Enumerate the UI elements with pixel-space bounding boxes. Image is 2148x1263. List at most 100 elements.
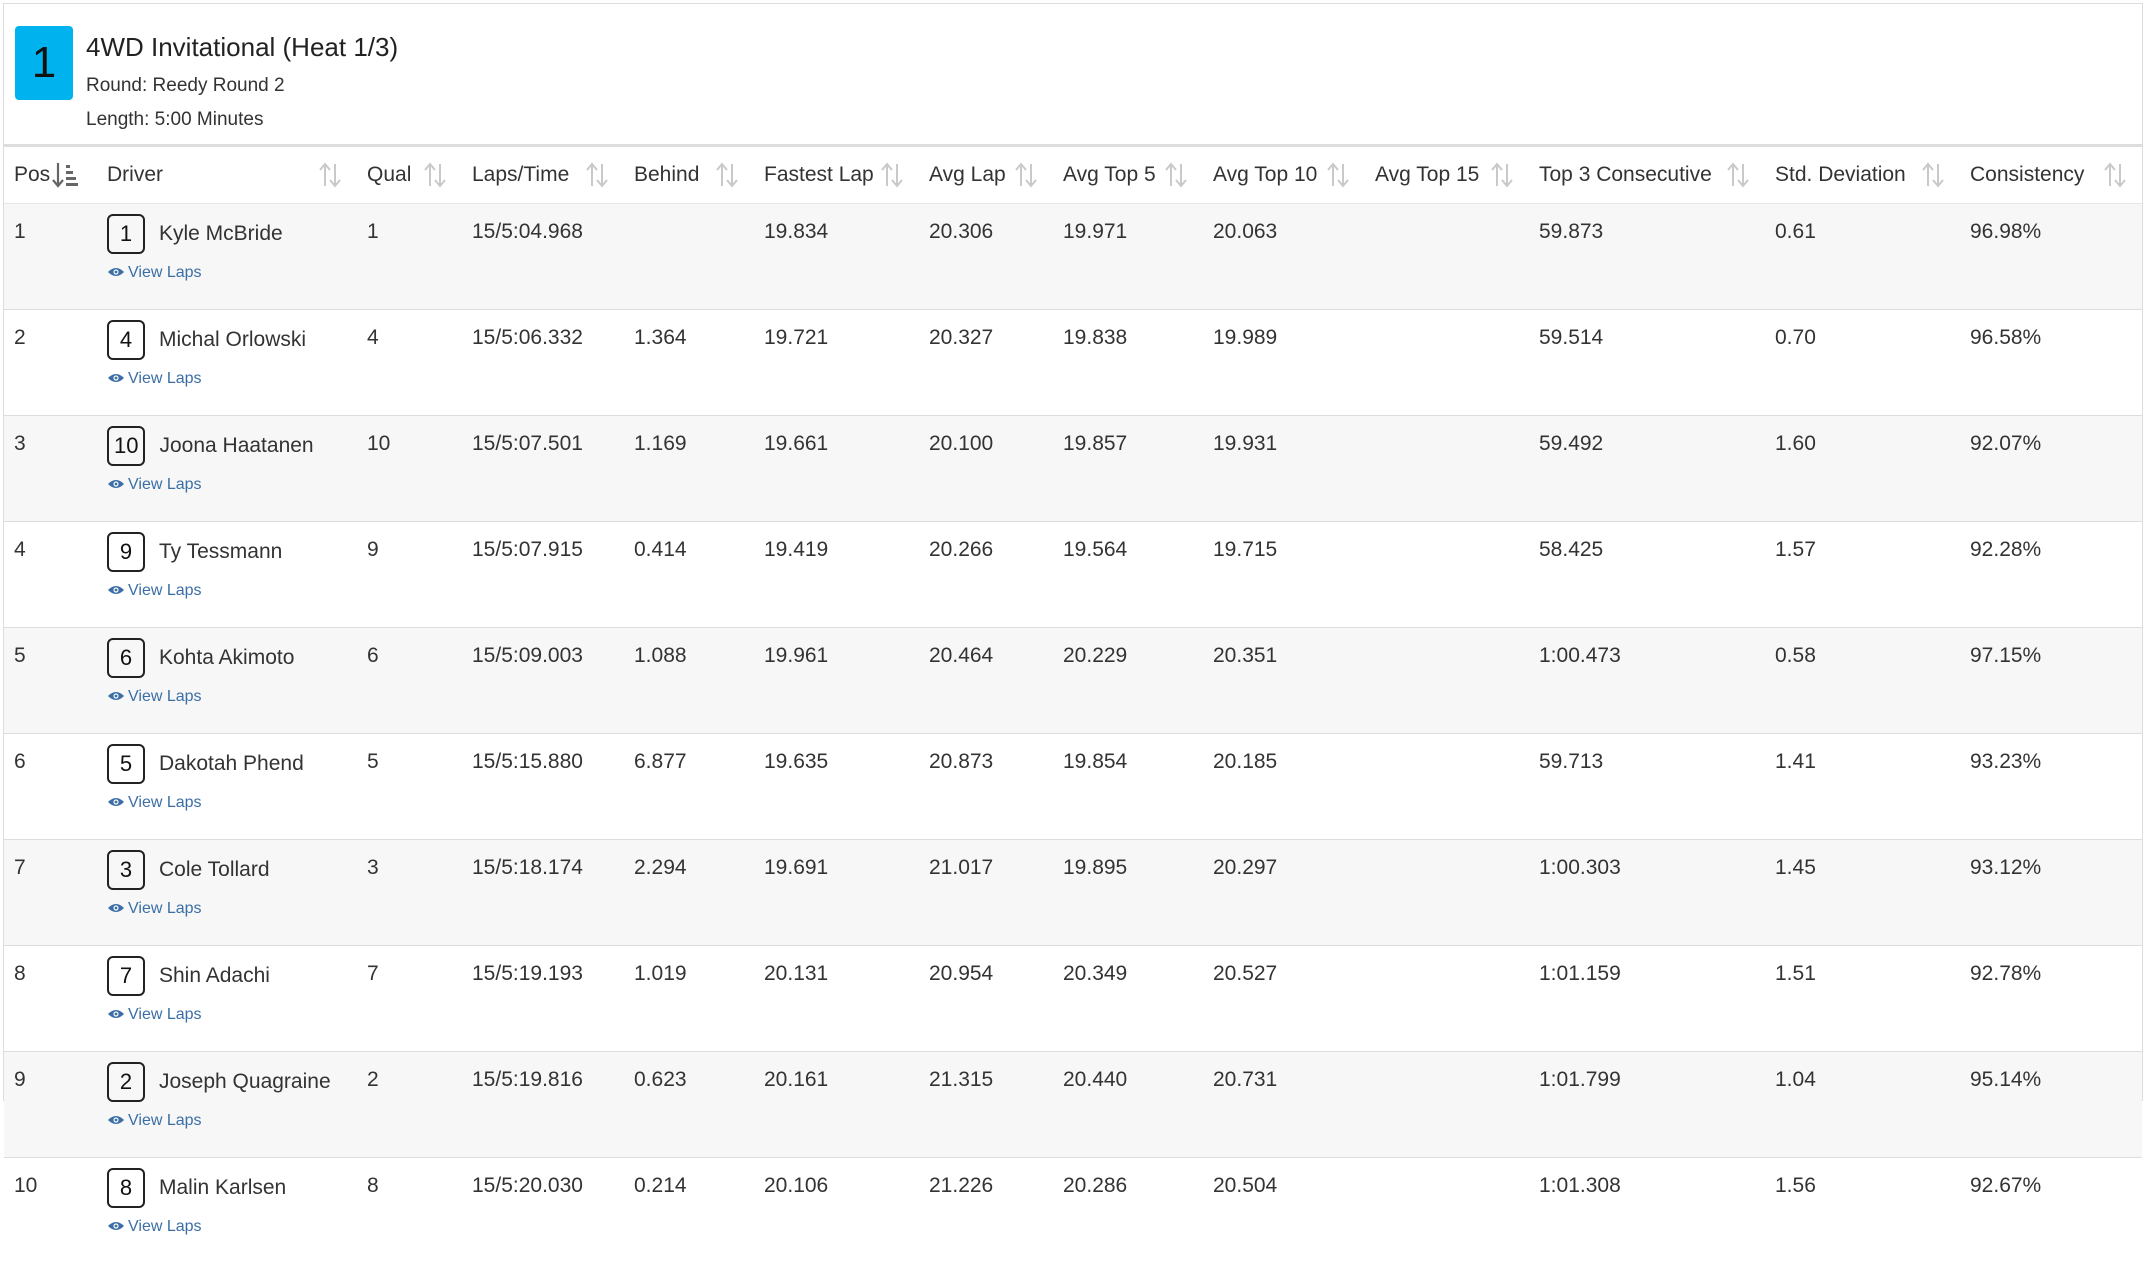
cell-qual: 1 [357, 204, 462, 310]
eye-icon [107, 584, 125, 596]
cell-qual: 9 [357, 522, 462, 628]
cell-consistency: 92.07% [1960, 416, 2142, 522]
cell-qual: 6 [357, 628, 462, 734]
sort-icon[interactable] [714, 161, 740, 189]
cell-consistency: 96.58% [1960, 310, 2142, 416]
column-header-pos[interactable]: Pos [4, 147, 97, 204]
sort-icon[interactable] [1013, 161, 1039, 189]
column-header-consistency[interactable]: Consistency [1960, 147, 2142, 204]
cell-avg-lap: 20.100 [919, 416, 1053, 522]
sort-icon[interactable] [1725, 161, 1751, 189]
cell-top-3-consecutive: 59.492 [1529, 416, 1765, 522]
cell-behind: 6.877 [624, 734, 754, 840]
cell-avg-top-10: 20.063 [1203, 204, 1365, 310]
sort-icon[interactable] [1163, 161, 1189, 189]
table-row: 92Joseph QuagraineView Laps215/5:19.8160… [4, 1052, 2142, 1158]
cell-fastest-lap: 19.691 [754, 840, 919, 946]
cell-avg-top-5: 20.440 [1053, 1052, 1203, 1158]
driver-cell: 2Joseph QuagraineView Laps [97, 1052, 357, 1158]
car-number-badge: 6 [107, 638, 145, 678]
sort-icon[interactable] [584, 161, 610, 189]
results-table: PosDriver Qual Laps/Time Behind Fastest Lap A… [4, 147, 2142, 1263]
sort-icon[interactable] [2102, 161, 2128, 189]
sort-icon[interactable] [879, 161, 905, 189]
view-laps-link[interactable]: View Laps [107, 370, 357, 388]
driver-cell: 5Dakotah PhendView Laps [97, 734, 357, 840]
view-laps-label: View Laps [128, 582, 202, 599]
cell-consistency: 95.14% [1960, 1052, 2142, 1158]
driver-name: Ty Tessmann [159, 540, 282, 563]
column-header-top-3-consecutive[interactable]: Top 3 Consecutive [1529, 147, 1765, 204]
view-laps-link[interactable]: View Laps [107, 582, 357, 600]
driver-name: Kohta Akimoto [159, 646, 294, 669]
column-header-label: Avg Top 10 [1213, 163, 1317, 186]
cell-std-deviation: 1.51 [1765, 946, 1960, 1052]
column-header-driver[interactable]: Driver [97, 147, 357, 204]
car-number-badge: 10 [107, 426, 145, 466]
cell-std-deviation: 1.60 [1765, 416, 1960, 522]
cell-top-3-consecutive: 1:01.308 [1529, 1158, 1765, 1263]
cell-fastest-lap: 20.161 [754, 1052, 919, 1158]
cell-laps-time: 15/5:20.030 [462, 1158, 624, 1263]
cell-consistency: 92.28% [1960, 522, 2142, 628]
cell-top-3-consecutive: 58.425 [1529, 522, 1765, 628]
view-laps-link[interactable]: View Laps [107, 1112, 357, 1130]
car-number-badge: 4 [107, 320, 145, 360]
column-header-avg-top-10[interactable]: Avg Top 10 [1203, 147, 1365, 204]
cell-top-3-consecutive: 1:00.303 [1529, 840, 1765, 946]
sort-icon[interactable] [317, 161, 343, 189]
column-header-label: Qual [367, 163, 411, 186]
eye-icon [107, 902, 125, 914]
driver-name: Joona Haatanen [159, 434, 313, 457]
view-laps-label: View Laps [128, 476, 202, 493]
cell-top-3-consecutive: 59.514 [1529, 310, 1765, 416]
cell-consistency: 92.67% [1960, 1158, 2142, 1263]
sort-icon[interactable] [1325, 161, 1351, 189]
view-laps-link[interactable]: View Laps [107, 1218, 357, 1236]
cell-behind: 0.414 [624, 522, 754, 628]
column-header-laps-time[interactable]: Laps/Time [462, 147, 624, 204]
heat-round: Round: Reedy Round 2 [86, 75, 285, 97]
cell-laps-time: 15/5:07.915 [462, 522, 624, 628]
column-header-qual[interactable]: Qual [357, 147, 462, 204]
column-header-fastest-lap[interactable]: Fastest Lap [754, 147, 919, 204]
column-header-avg-lap[interactable]: Avg Lap [919, 147, 1053, 204]
view-laps-link[interactable]: View Laps [107, 688, 357, 706]
cell-fastest-lap: 20.131 [754, 946, 919, 1052]
table-row: 108Malin KarlsenView Laps815/5:20.0300.2… [4, 1158, 2142, 1263]
view-laps-link[interactable]: View Laps [107, 264, 357, 282]
cell-fastest-lap: 19.661 [754, 416, 919, 522]
cell-laps-time: 15/5:07.501 [462, 416, 624, 522]
column-header-avg-top-15[interactable]: Avg Top 15 [1365, 147, 1529, 204]
column-header-avg-top-5[interactable]: Avg Top 5 [1053, 147, 1203, 204]
driver-name: Kyle McBride [159, 222, 283, 245]
sort-icon[interactable] [1920, 161, 1946, 189]
cell-avg-top-15 [1365, 1052, 1529, 1158]
cell-avg-top-15 [1365, 840, 1529, 946]
table-row: 65Dakotah PhendView Laps515/5:15.8806.87… [4, 734, 2142, 840]
sort-descending-icon[interactable] [52, 161, 78, 189]
view-laps-label: View Laps [128, 1218, 202, 1235]
sort-icon[interactable] [1489, 161, 1515, 189]
column-header-label: Fastest Lap [764, 163, 874, 186]
view-laps-link[interactable]: View Laps [107, 794, 357, 812]
eye-icon [107, 372, 125, 384]
column-header-std-deviation[interactable]: Std. Deviation [1765, 147, 1960, 204]
table-header-row: PosDriver Qual Laps/Time Behind Fastest Lap A… [4, 147, 2142, 204]
cell-pos: 1 [4, 204, 97, 310]
column-header-label: Laps/Time [472, 163, 569, 186]
cell-behind [624, 204, 754, 310]
view-laps-label: View Laps [128, 900, 202, 917]
sort-icon[interactable] [422, 161, 448, 189]
cell-top-3-consecutive: 59.713 [1529, 734, 1765, 840]
column-header-behind[interactable]: Behind [624, 147, 754, 204]
view-laps-link[interactable]: View Laps [107, 1006, 357, 1024]
column-header-label: Top 3 Consecutive [1539, 163, 1712, 186]
view-laps-link[interactable]: View Laps [107, 476, 357, 494]
view-laps-label: View Laps [128, 688, 202, 705]
cell-laps-time: 15/5:06.332 [462, 310, 624, 416]
view-laps-link[interactable]: View Laps [107, 900, 357, 918]
cell-avg-top-5: 20.286 [1053, 1158, 1203, 1263]
car-number-badge: 3 [107, 850, 145, 890]
eye-icon [107, 1114, 125, 1126]
